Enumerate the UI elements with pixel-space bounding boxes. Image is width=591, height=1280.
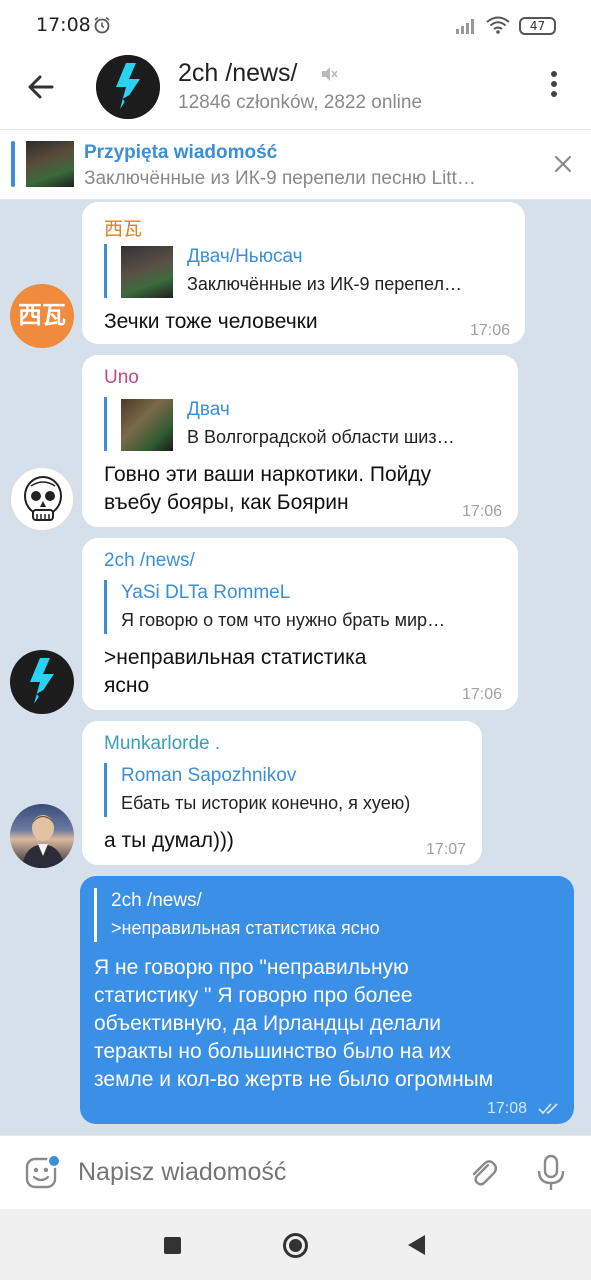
message-text: а ты думал)))	[104, 829, 234, 852]
channel-subtitle: 12846 członków, 2822 online	[178, 92, 423, 113]
close-icon[interactable]	[551, 152, 575, 176]
lightning-icon	[96, 55, 160, 119]
message-text: >неправильная статистика ясно	[104, 646, 367, 697]
avatar[interactable]	[10, 467, 74, 531]
microphone-icon[interactable]	[536, 1154, 566, 1192]
message-time: 17:06	[470, 322, 511, 339]
pinned-thumbnail	[26, 141, 74, 187]
message-input[interactable]	[78, 1158, 438, 1187]
message-time: 17:08	[487, 1100, 528, 1117]
channel-avatar[interactable]	[96, 55, 160, 119]
message-sender[interactable]: Munkarlorde .	[104, 733, 220, 755]
message-time: 17:06	[462, 503, 503, 520]
chat-area[interactable]: 西瓦 Двач/Ньюсач Заключённые из ИК-9 переп…	[0, 200, 591, 1135]
reply-preview[interactable]: Двач В Волгоградской области шиз…	[104, 397, 504, 451]
navigation-bar	[0, 1209, 591, 1280]
pinned-title: Przypięta wiadomość	[84, 142, 278, 163]
avatar[interactable]: 西瓦	[10, 284, 74, 348]
message-text: Я не говорю про "неправильную статистику…	[94, 956, 494, 1091]
skull-icon	[24, 476, 62, 521]
outgoing-message-bubble[interactable]: 2ch /news/ >неправильная статистика ясно…	[80, 876, 574, 1124]
pinned-message[interactable]: Przypięta wiadomość Заключённые из ИК-9 …	[0, 130, 591, 200]
more-vertical-icon[interactable]	[544, 68, 564, 106]
reply-text: Ебать ты историк конечно, я хуею)	[121, 793, 411, 813]
battery-icon: 47	[519, 17, 556, 35]
channel-title: 2ch /news/	[178, 59, 298, 87]
pinned-text: Заключённые из ИК-9 перепели песню Litt…	[84, 168, 476, 189]
reply-thumbnail	[121, 399, 173, 451]
reply-name: Двач/Ньюсач	[187, 246, 303, 267]
reply-thumbnail	[121, 246, 173, 298]
reply-text: В Волгоградской области шиз…	[187, 427, 455, 447]
status-time: 17:08	[36, 14, 91, 36]
message-sender[interactable]: 西瓦	[104, 214, 142, 241]
reply-preview[interactable]: Двач/Ньюсач Заключённые из ИК-9 перепел…	[104, 244, 509, 298]
notification-dot	[47, 1154, 61, 1168]
avatar[interactable]	[10, 650, 74, 714]
reply-preview[interactable]: YaSi DLTa RommeL Я говорю о том что нужн…	[104, 580, 504, 634]
reply-text: >неправильная статистика ясно	[111, 918, 380, 938]
double-check-icon	[538, 1103, 558, 1115]
message-bubble[interactable]: Munkarlorde . Roman Sapozhnikov Ебать ты…	[82, 721, 482, 865]
reply-preview[interactable]: Roman Sapozhnikov Ебать ты историк конеч…	[104, 763, 468, 817]
message-text: Зечки тоже человечки	[104, 310, 318, 333]
recent-apps-icon[interactable]	[164, 1237, 181, 1254]
message-bubble[interactable]: Uno Двач В Волгоградской области шиз… Го…	[82, 355, 518, 527]
reply-text: Заключённые из ИК-9 перепел…	[187, 274, 462, 294]
message-bubble[interactable]: 西瓦 Двач/Ньюсач Заключённые из ИК-9 переп…	[82, 202, 525, 344]
message-bubble[interactable]: 2ch /news/ YaSi DLTa RommeL Я говорю о т…	[82, 538, 518, 710]
alarm-icon	[94, 16, 110, 34]
paperclip-icon[interactable]	[466, 1156, 500, 1190]
reply-name: Двач	[187, 399, 230, 420]
message-time: 17:07	[426, 841, 467, 858]
message-time: 17:06	[462, 686, 503, 703]
reply-name: 2ch /news/	[111, 890, 202, 911]
status-bar: 17:08 47	[0, 0, 591, 44]
reply-preview[interactable]: 2ch /news/ >неправильная статистика ясно	[94, 888, 554, 942]
mute-icon	[322, 67, 338, 81]
message-sender[interactable]: Uno	[104, 367, 139, 389]
avatar[interactable]	[10, 804, 74, 868]
back-arrow-icon[interactable]	[24, 70, 58, 104]
reply-name: Roman Sapozhnikov	[121, 765, 297, 786]
reply-text: Я говорю о том что нужно брать мир…	[121, 610, 446, 630]
person-photo	[22, 815, 64, 868]
wifi-icon	[486, 16, 510, 34]
reply-name: YaSi DLTa RommeL	[121, 582, 291, 603]
lightning-icon	[30, 658, 68, 705]
message-sender[interactable]: 2ch /news/	[104, 550, 195, 572]
message-composer	[0, 1135, 591, 1209]
chat-header: 2ch /news/ 12846 członków, 2822 online	[0, 44, 591, 130]
pinned-accent-bar	[11, 141, 15, 187]
signal-icon	[456, 19, 474, 34]
message-text: Говно эти ваши наркотики. Пойду въебу бо…	[104, 463, 432, 514]
home-icon[interactable]	[283, 1233, 308, 1258]
back-icon[interactable]	[408, 1235, 425, 1255]
